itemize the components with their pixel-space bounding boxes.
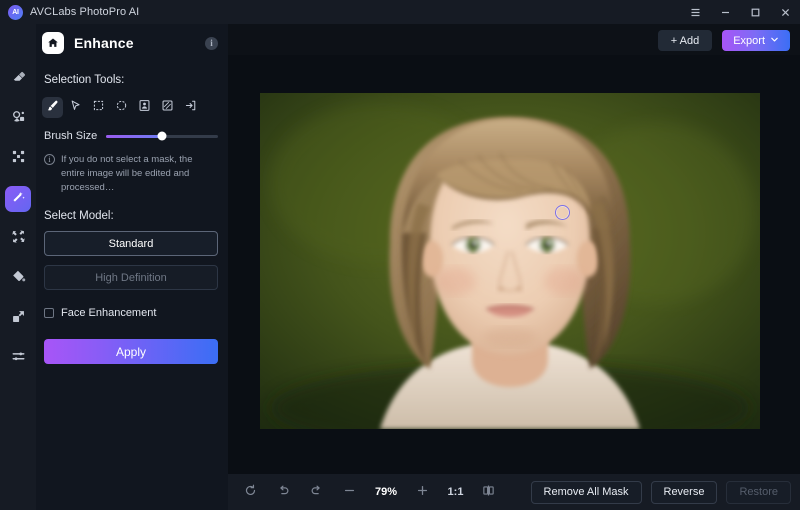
brush-size-slider[interactable] [106,131,218,141]
canvas-area: + Add Export 79% 1:1 Remove All Mask Rev… [228,24,800,510]
zoom-in-button[interactable] [406,479,439,505]
mask-hint: i If you do not select a mask, the entir… [36,153,228,194]
refresh-icon [244,484,257,500]
menu-icon[interactable] [680,0,710,24]
top-actions: + Add Export [657,30,790,51]
redo-button[interactable] [300,479,333,505]
add-button[interactable]: + Add [657,30,713,51]
app-title: AVCLabs PhotoPro AI [30,6,140,18]
remove-all-mask-button[interactable]: Remove All Mask [530,480,642,504]
image-stage[interactable] [228,55,800,474]
app-logo-icon: AI [8,4,23,20]
magic-wand-icon [11,189,26,209]
sidebar-item-object-removal[interactable] [5,106,31,132]
export-button[interactable]: Export [722,30,790,51]
face-enhancement-row[interactable]: Face Enhancement [36,307,228,319]
sliders-icon [11,349,26,369]
portrait-select-tool-button[interactable] [134,97,155,118]
select-model-label: Select Model: [44,210,114,223]
rectangle-select-tool-button[interactable] [88,97,109,118]
hatched-square-icon [161,99,174,117]
close-icon[interactable] [770,0,800,24]
actual-size-button[interactable]: 1:1 [439,479,472,505]
eraser-icon [11,69,26,89]
home-icon[interactable] [42,32,64,54]
model-standard-button[interactable]: Standard [44,231,218,257]
brush-size-fill [106,134,163,138]
selection-tools-label: Selection Tools: [44,74,125,86]
reset-view-button[interactable] [234,479,267,505]
window-controls [680,0,800,24]
chevron-down-icon [770,35,779,47]
mask-actions: Remove All Mask Reverse Restore [530,474,791,510]
sidebar-item-colorize[interactable] [5,266,31,292]
cursor-arrow-icon [69,99,82,117]
restore-button: Restore [726,480,791,504]
model-high-definition-button[interactable]: High Definition [44,265,218,291]
reverse-button[interactable]: Reverse [650,480,718,504]
apply-button[interactable]: Apply [44,339,218,365]
sidebar-item-upscale[interactable] [5,306,31,332]
crop-arrows-icon [11,229,26,249]
brush-size-thumb[interactable] [157,131,167,141]
minimize-icon[interactable] [710,0,740,24]
undo-icon [277,484,290,500]
bottom-toolbar: 79% 1:1 Remove All Mask Reverse Restore [228,474,800,510]
zoom-level-value: 79% [374,486,398,498]
zoom-controls: 79% 1:1 [228,479,505,505]
sidebar-item-enhance[interactable] [5,186,31,212]
selection-tools-row [36,97,228,118]
import-mask-tool-button[interactable] [180,97,201,118]
brush-icon [46,99,59,117]
photo-canvas[interactable] [260,93,760,429]
title-bar: AI AVCLabs PhotoPro AI [0,0,800,24]
page-title: Enhance [74,35,134,51]
object-removal-icon [11,109,26,129]
export-button-label: Export [733,34,765,47]
arrow-into-box-icon [184,99,197,117]
face-enhancement-label: Face Enhancement [61,307,157,320]
maximize-icon[interactable] [740,0,770,24]
panel-header: Enhance i [36,24,228,62]
enhance-panel: Enhance i Selection Tools: Brush Size i … [36,24,228,510]
ellipse-select-tool-button[interactable] [111,97,132,118]
plus-icon [416,484,429,500]
expand-corners-icon [11,149,26,169]
app-window: AI AVCLabs PhotoPro AI Enhance i Selecti… [0,0,800,510]
sidebar-item-eraser[interactable] [5,66,31,92]
app-logo-text: AI [12,8,19,16]
undo-button[interactable] [267,479,300,505]
brush-size-label: Brush Size [44,130,98,142]
info-icon[interactable]: i [205,36,218,50]
pattern-select-tool-button[interactable] [157,97,178,118]
split-view-icon [482,484,495,500]
face-enhancement-checkbox[interactable] [44,308,54,319]
brush-tool-button[interactable] [42,97,63,118]
person-frame-icon [138,99,151,117]
hint-text: If you do not select a mask, the entire … [61,154,193,193]
brush-cursor [555,205,570,220]
portrait-photo [260,93,760,429]
circle-icon [115,99,128,117]
tool-rail [0,24,36,510]
sidebar-item-adjust[interactable] [5,346,31,372]
zoom-out-button[interactable] [333,479,366,505]
sidebar-item-background[interactable] [5,146,31,172]
redo-icon [310,484,323,500]
minus-icon [343,484,356,500]
sidebar-item-retouch[interactable] [5,226,31,252]
paint-drop-icon [11,269,26,289]
upscale-icon [11,309,26,329]
brush-size-row: Brush Size [36,130,228,142]
rectangle-icon [92,99,105,117]
pointer-tool-button[interactable] [65,97,86,118]
compare-view-button[interactable] [472,479,505,505]
app-brand: AI AVCLabs PhotoPro AI [0,4,140,20]
hint-info-icon: i [44,154,55,165]
